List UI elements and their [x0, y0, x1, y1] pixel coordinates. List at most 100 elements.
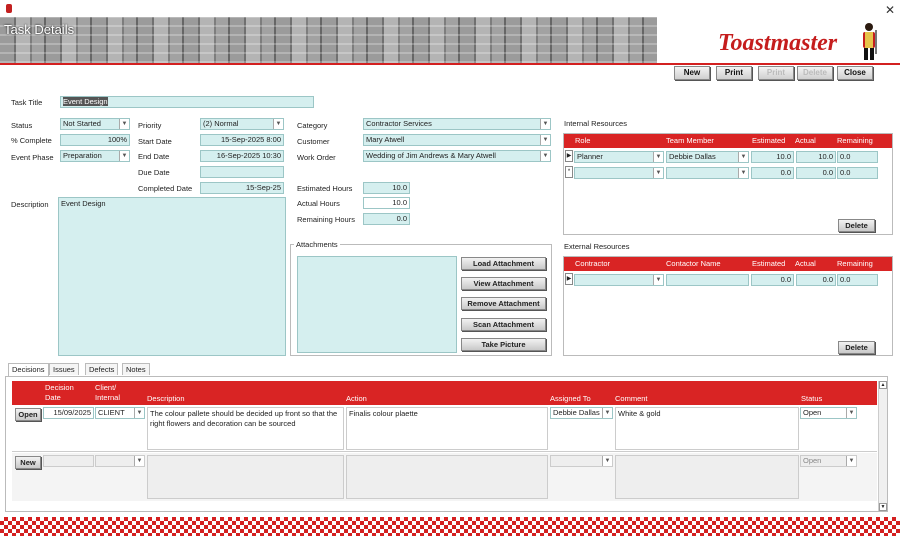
- tab-defects[interactable]: Defects: [85, 363, 119, 375]
- internal-row-1-estimated[interactable]: 10.0: [751, 151, 794, 163]
- internal-row-1-role[interactable]: Planner ▼: [574, 151, 664, 163]
- external-row-1-estimated[interactable]: 0.0: [751, 274, 794, 286]
- chevron-down-icon[interactable]: ▼: [540, 151, 550, 161]
- work-order-value: Wedding of Jim Andrews & Mary Atwell: [366, 151, 496, 160]
- internal-row-1-member[interactable]: Debbie Dallas ▼: [666, 151, 749, 163]
- complete-field[interactable]: 100%: [60, 134, 130, 146]
- disabled-toolbar-button-2[interactable]: Delete: [797, 66, 833, 80]
- internal-row-2-member[interactable]: ▼: [666, 167, 749, 179]
- phase-value: Preparation: [63, 151, 102, 160]
- chevron-down-icon[interactable]: ▼: [540, 135, 550, 145]
- decision-action-field[interactable]: Finalis colour plaette: [346, 407, 548, 450]
- start-date-field[interactable]: 15-Sep-2025 8:00: [200, 134, 284, 146]
- chevron-down-icon[interactable]: ▼: [602, 408, 612, 418]
- col-contactor-name: Contactor Name: [666, 259, 721, 268]
- chevron-down-icon[interactable]: ▼: [738, 152, 748, 162]
- external-row-1-actual[interactable]: 0.0: [796, 274, 836, 286]
- col-contractor: Contractor: [575, 259, 611, 268]
- tab-issues[interactable]: Issues: [49, 363, 79, 375]
- external-row-1-remaining[interactable]: 0.0: [837, 274, 878, 286]
- disabled-toolbar-button-1[interactable]: Print: [758, 66, 794, 80]
- new-decision-date-field[interactable]: [43, 455, 94, 467]
- view-attachment-button[interactable]: View Attachment: [461, 277, 546, 290]
- decision-description-field[interactable]: The colour pallete should be decided up …: [147, 407, 344, 450]
- external-delete-button[interactable]: Delete: [838, 341, 875, 354]
- estimated-hours-field[interactable]: 10.0: [363, 182, 410, 194]
- decision-status-select[interactable]: Open ▼: [800, 407, 857, 419]
- internal-row-2-actual[interactable]: 0.0: [796, 167, 836, 179]
- new-client-internal-select[interactable]: ▼: [95, 455, 145, 467]
- due-date-field[interactable]: [200, 166, 284, 178]
- internal-delete-button[interactable]: Delete: [838, 219, 875, 232]
- internal-row-2-remaining[interactable]: 0.0: [837, 167, 878, 179]
- row-selector-icon[interactable]: ▶: [565, 273, 573, 285]
- external-row-1-name[interactable]: [666, 274, 749, 286]
- new-decision-action-field[interactable]: [346, 455, 548, 499]
- chevron-down-icon[interactable]: ▼: [653, 168, 663, 178]
- decision-date-field[interactable]: 15/09/2025: [43, 407, 94, 419]
- new-assigned-to-select[interactable]: ▼: [550, 455, 613, 467]
- chevron-down-icon[interactable]: ▼: [540, 119, 550, 129]
- chevron-down-icon[interactable]: ▼: [653, 275, 663, 285]
- internal-row-1-actual[interactable]: 10.0: [796, 151, 836, 163]
- remaining-hours-label: Remaining Hours: [297, 215, 355, 224]
- row-selector-icon[interactable]: ▶: [565, 150, 573, 162]
- new-decision-comment-field[interactable]: [615, 455, 799, 499]
- close-button[interactable]: Close: [837, 66, 873, 80]
- new-decision-description-field[interactable]: [147, 455, 344, 499]
- print-button[interactable]: Print: [716, 66, 752, 80]
- remove-attachment-button[interactable]: Remove Attachment: [461, 297, 546, 310]
- close-icon[interactable]: ✕: [885, 3, 895, 17]
- chevron-down-icon[interactable]: ▼: [653, 152, 663, 162]
- task-title-field[interactable]: Event Design: [60, 96, 314, 108]
- col-remaining: Remaining: [837, 259, 873, 268]
- chevron-down-icon[interactable]: ▼: [119, 151, 129, 161]
- tab-notes[interactable]: Notes: [122, 363, 150, 375]
- load-attachment-button[interactable]: Load Attachment: [461, 257, 546, 270]
- decision-comment-field[interactable]: White & gold: [615, 407, 799, 450]
- external-resources-label: External Resources: [564, 242, 630, 251]
- customer-select[interactable]: Mary Atwell ▼: [363, 134, 551, 146]
- category-select[interactable]: Contractor Services ▼: [363, 118, 551, 130]
- take-picture-button[interactable]: Take Picture: [461, 338, 546, 351]
- assigned-value: Debbie Dallas: [553, 408, 600, 417]
- scroll-up-icon[interactable]: ▲: [879, 381, 887, 389]
- col-date: Date: [45, 393, 61, 402]
- brand-logo: Toastmaster: [718, 30, 838, 56]
- internal-row-2-estimated[interactable]: 0.0: [751, 167, 794, 179]
- scan-attachment-button[interactable]: Scan Attachment: [461, 318, 546, 331]
- status-value: Open: [803, 456, 822, 465]
- open-decision-button[interactable]: Open: [15, 408, 41, 421]
- new-decision-button[interactable]: New: [15, 456, 41, 469]
- chevron-down-icon[interactable]: ▼: [273, 119, 283, 129]
- decisions-scrollbar[interactable]: ▲ ▼: [878, 381, 887, 511]
- remaining-hours-field[interactable]: 0.0: [363, 213, 410, 225]
- chevron-down-icon[interactable]: ▼: [134, 408, 144, 418]
- chevron-down-icon[interactable]: ▼: [738, 168, 748, 178]
- new-button[interactable]: New: [674, 66, 710, 80]
- external-row-1-contractor[interactable]: ▼: [574, 274, 664, 286]
- checkered-footer: [0, 517, 900, 536]
- new-decision-status-select[interactable]: Open ▼: [800, 455, 857, 467]
- priority-select[interactable]: (2) Normal ▼: [200, 118, 284, 130]
- end-date-field[interactable]: 16-Sep-2025 10:30: [200, 150, 284, 162]
- description-field[interactable]: Event Design: [58, 197, 286, 356]
- chevron-down-icon[interactable]: ▼: [134, 456, 144, 466]
- tab-decisions[interactable]: Decisions: [8, 363, 49, 376]
- attachments-list[interactable]: [297, 256, 457, 353]
- work-order-select[interactable]: Wedding of Jim Andrews & Mary Atwell ▼: [363, 150, 551, 162]
- actual-hours-field[interactable]: 10.0: [363, 197, 410, 209]
- status-select[interactable]: Not Started ▼: [60, 118, 130, 130]
- assigned-to-select[interactable]: Debbie Dallas ▼: [550, 407, 613, 419]
- scroll-down-icon[interactable]: ▼: [879, 503, 887, 511]
- chevron-down-icon[interactable]: ▼: [846, 456, 856, 466]
- internal-row-1-remaining[interactable]: 0.0: [837, 151, 878, 163]
- new-row-marker-icon[interactable]: *: [565, 166, 573, 178]
- internal-row-2-role[interactable]: ▼: [574, 167, 664, 179]
- client-internal-select[interactable]: CLIENT ▼: [95, 407, 145, 419]
- chevron-down-icon[interactable]: ▼: [119, 119, 129, 129]
- chevron-down-icon[interactable]: ▼: [602, 456, 612, 466]
- chevron-down-icon[interactable]: ▼: [846, 408, 856, 418]
- phase-select[interactable]: Preparation ▼: [60, 150, 130, 162]
- completed-date-field[interactable]: 15-Sep-25: [200, 182, 284, 194]
